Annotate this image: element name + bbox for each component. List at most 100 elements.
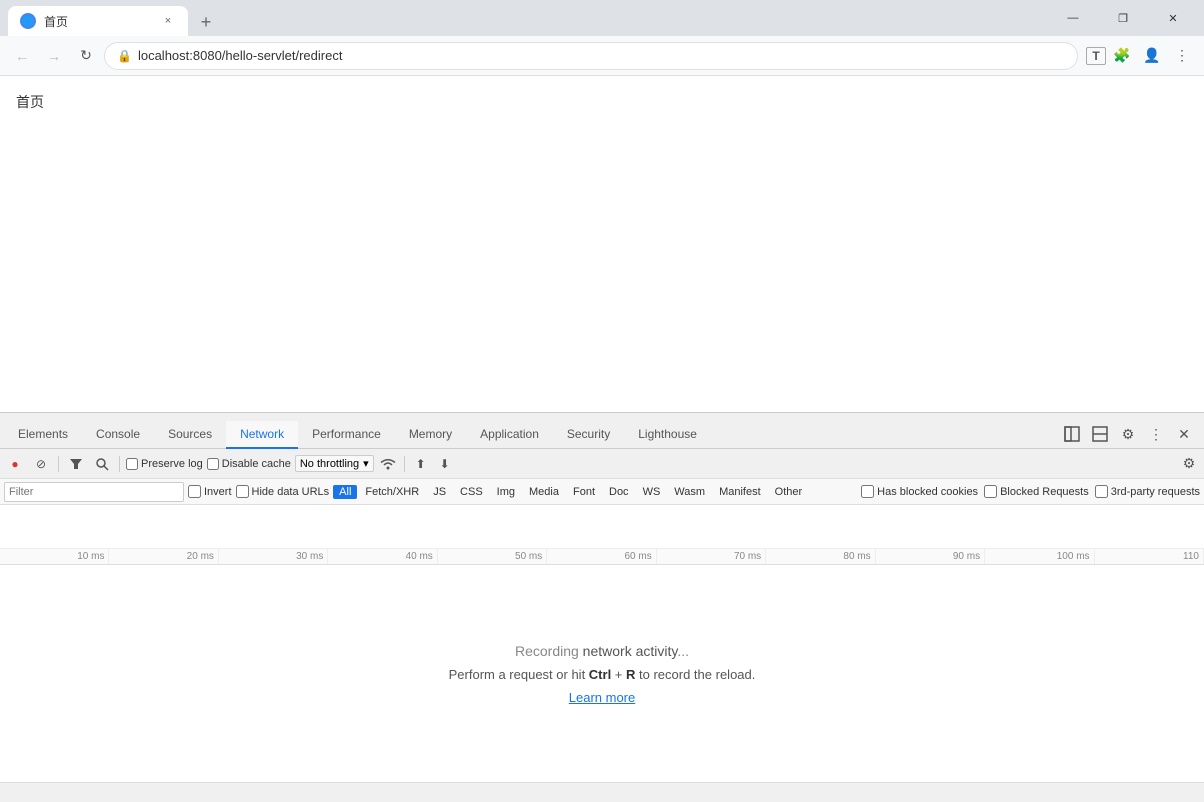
recording-word: Recording [515,643,583,659]
extensions-button[interactable]: 🧩 [1108,42,1136,70]
has-blocked-cookies-label[interactable]: Has blocked cookies [861,485,978,498]
blocked-requests-checkbox[interactable] [984,485,997,498]
filter-type-all[interactable]: All [333,485,357,499]
preserve-log-label[interactable]: Preserve log [126,458,203,470]
tl-100ms: 100 ms [985,549,1094,564]
timeline-inner: 10 ms 20 ms 30 ms 40 ms 50 ms 60 ms 70 m… [0,505,1204,564]
tab-console[interactable]: Console [82,421,154,449]
filter-type-img[interactable]: Img [491,485,521,499]
browser-menu-button[interactable]: ⋮ [1168,42,1196,70]
filter-type-font[interactable]: Font [567,485,601,499]
tl-80ms: 80 ms [766,549,875,564]
filter-type-media[interactable]: Media [523,485,565,499]
devtools-panel: Elements Console Sources Network Perform… [0,412,1204,782]
tl-30ms: 30 ms [219,549,328,564]
filter-type-other[interactable]: Other [769,485,809,499]
tab-network[interactable]: Network [226,421,298,449]
disable-cache-label[interactable]: Disable cache [207,458,291,470]
has-blocked-cookies-checkbox[interactable] [861,485,874,498]
tl-90ms: 90 ms [876,549,985,564]
learn-more-link[interactable]: Learn more [569,690,635,705]
devtools-settings-button[interactable]: ⚙ [1116,422,1140,446]
network-settings-button[interactable]: ⚙ [1178,453,1200,475]
invert-checkbox[interactable] [188,485,201,498]
r-key: R [626,667,635,682]
tab-sources[interactable]: Sources [154,421,226,449]
address-bar: ← → ↻ 🔒 localhost:8080/hello-servlet/red… [0,36,1204,76]
tab-elements[interactable]: Elements [4,421,82,449]
hide-data-urls-label[interactable]: Hide data URLs [236,485,330,498]
blocked-requests-label[interactable]: Blocked Requests [984,485,1089,498]
disable-cache-checkbox[interactable] [207,458,219,470]
panel-toggle-icon[interactable] [1060,422,1084,446]
export-button[interactable]: ⬇ [435,454,455,474]
hide-data-urls-checkbox[interactable] [236,485,249,498]
tab-favicon: 🌐 [20,13,36,29]
filter-type-manifest[interactable]: Manifest [713,485,767,499]
url-bar[interactable]: 🔒 localhost:8080/hello-servlet/redirect [104,42,1078,70]
title-bar: 🌐 首页 × + — ❐ ✕ [0,0,1204,36]
third-party-checkbox[interactable] [1095,485,1108,498]
stop-button[interactable]: ⊘ [30,453,52,475]
preserve-log-checkbox[interactable] [126,458,138,470]
filter-types: All Fetch/XHR JS CSS Img Media Font Doc … [333,485,808,499]
has-blocked-cookies-text: Has blocked cookies [877,486,978,498]
filter-type-css[interactable]: CSS [454,485,489,499]
devtools-close-button[interactable]: ✕ [1172,422,1196,446]
tl-10ms: 10 ms [0,549,109,564]
tab-security[interactable]: Security [553,421,624,449]
tab-close-button[interactable]: × [160,13,176,29]
forward-button[interactable]: → [40,42,68,70]
filter-toggle-button[interactable] [65,453,87,475]
tab-strip: 🌐 首页 × + [8,0,1050,36]
tl-60ms: 60 ms [547,549,656,564]
minimize-button[interactable]: — [1050,2,1096,34]
separator3 [404,456,405,472]
reload-button[interactable]: ↻ [72,42,100,70]
tl-20ms: 20 ms [109,549,218,564]
filter-type-ws[interactable]: WS [637,485,667,499]
browser-tab[interactable]: 🌐 首页 × [8,6,188,36]
devtools-more-button[interactable]: ⋮ [1144,422,1168,446]
invert-text: Invert [204,486,232,498]
browser-toolbar: T 🧩 👤 ⋮ [1086,42,1196,70]
new-tab-button[interactable]: + [192,8,220,36]
online-icon[interactable] [378,454,398,474]
tl-50ms: 50 ms [438,549,547,564]
translate-button[interactable]: T [1086,47,1106,65]
timeline: 10 ms 20 ms 30 ms 40 ms 50 ms 60 ms 70 m… [0,505,1204,565]
tab-performance[interactable]: Performance [298,421,395,449]
devtools-tab-icons: ⚙ ⋮ ✕ [1056,422,1200,448]
tab-application[interactable]: Application [466,421,553,449]
filter-type-js[interactable]: JS [427,485,452,499]
filter-type-doc[interactable]: Doc [603,485,635,499]
throttle-label: No throttling [300,458,359,470]
profile-button[interactable]: 👤 [1138,42,1166,70]
throttle-select[interactable]: No throttling ▾ [295,455,374,472]
search-button[interactable] [91,453,113,475]
third-party-text: 3rd-party requests [1111,486,1200,498]
tab-lighthouse[interactable]: Lighthouse [624,421,711,449]
tl-70ms: 70 ms [657,549,766,564]
separator2 [119,456,120,472]
third-party-label[interactable]: 3rd-party requests [1095,485,1200,498]
ellipsis: ... [677,643,689,659]
hint-before: Perform a request or hit [449,667,589,682]
tab-memory[interactable]: Memory [395,421,466,449]
browser-window: 🌐 首页 × + — ❐ ✕ ← → ↻ 🔒 localhost:8080/he… [0,0,1204,802]
disable-cache-text: Disable cache [222,458,291,470]
filter-type-wasm[interactable]: Wasm [668,485,711,499]
filter-input[interactable] [4,482,184,502]
tl-110: 110 [1095,549,1204,564]
invert-label[interactable]: Invert [188,485,232,498]
import-button[interactable]: ⬆ [411,454,431,474]
console-toggle-icon[interactable] [1088,422,1112,446]
back-button[interactable]: ← [8,42,36,70]
tab-title: 首页 [44,13,152,30]
close-button[interactable]: ✕ [1150,2,1196,34]
recording-text: Recording network activity... [515,643,689,659]
filter-type-fetch[interactable]: Fetch/XHR [359,485,425,499]
restore-button[interactable]: ❐ [1100,2,1146,34]
url-text: localhost:8080/hello-servlet/redirect [138,48,343,63]
record-button[interactable]: ● [4,453,26,475]
